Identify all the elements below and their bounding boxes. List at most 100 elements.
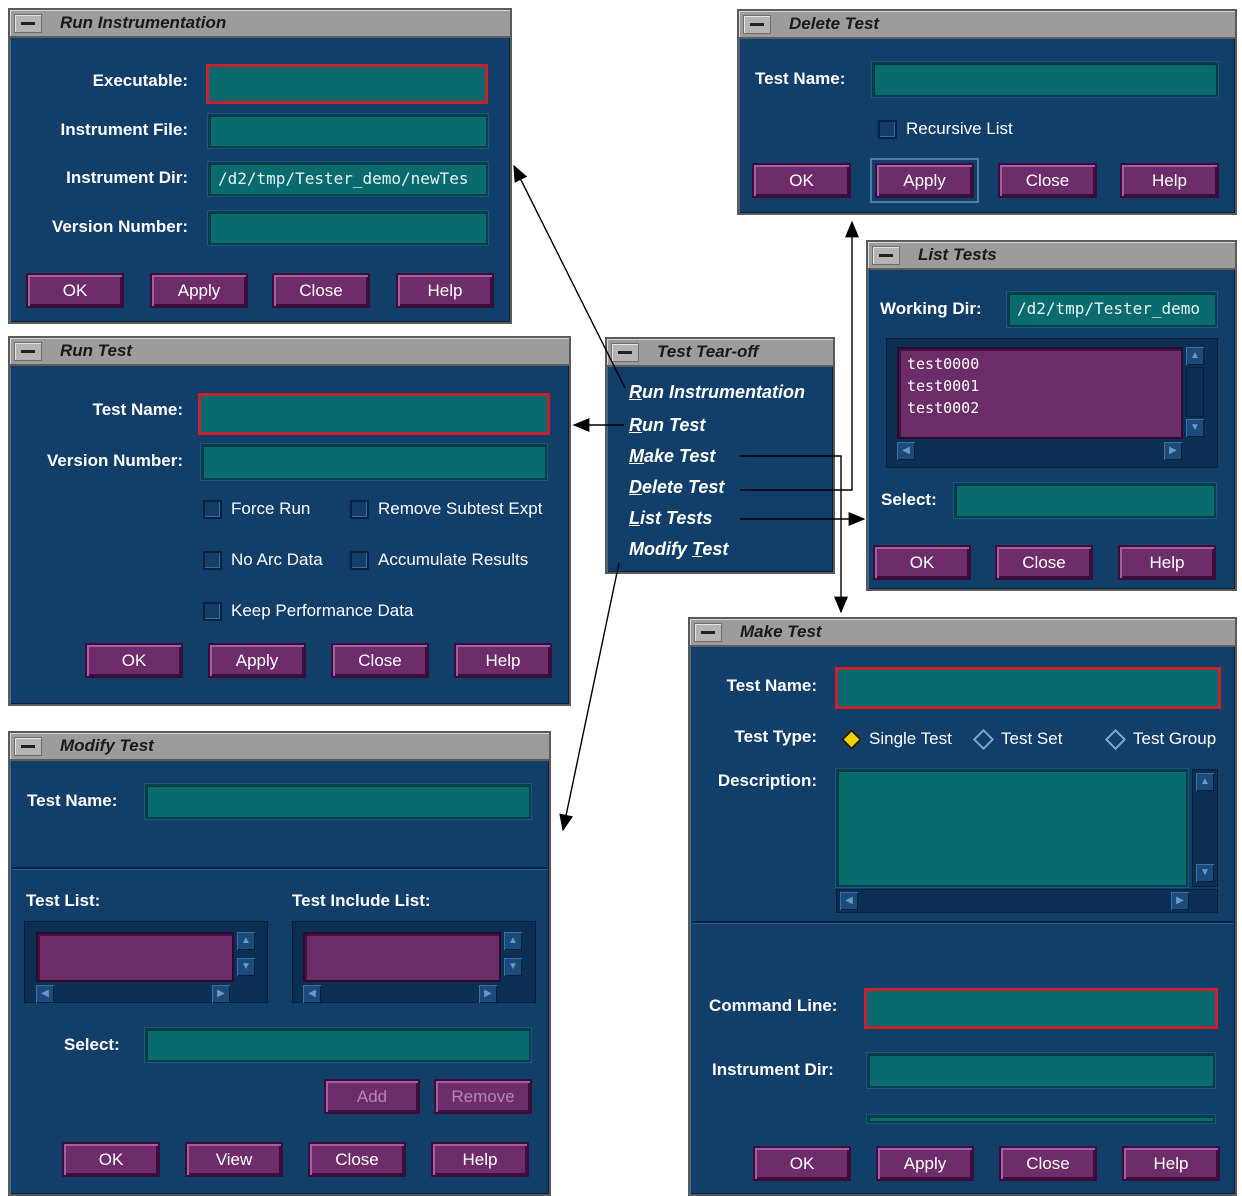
remove-subtest-checkbox[interactable]: Remove Subtest Expt (350, 499, 542, 519)
apply-button[interactable]: Apply (870, 158, 979, 203)
ok-button[interactable]: OK (873, 545, 971, 580)
window-menu-button[interactable] (694, 623, 722, 642)
menu-item-make-test[interactable]: Make Test (629, 446, 715, 467)
title-bar[interactable]: List Tests (868, 242, 1235, 270)
scroll-up-icon[interactable]: ▲ (1196, 773, 1214, 791)
instrument-file-field[interactable] (208, 114, 488, 148)
recursive-list-checkbox[interactable]: Recursive List (878, 119, 1013, 139)
menu-item-suffix: est (702, 539, 729, 559)
test-name-field[interactable] (145, 784, 531, 819)
apply-button[interactable]: Apply (150, 273, 248, 308)
instrument-dir-field[interactable]: /d2/tmp/Tester_demo/newTes (208, 162, 488, 196)
apply-button[interactable]: Apply (208, 643, 306, 678)
ok-button[interactable]: OK (753, 1146, 851, 1181)
description-textarea[interactable] (836, 769, 1188, 887)
force-run-checkbox[interactable]: Force Run (203, 499, 310, 519)
scroll-left-icon[interactable]: ◀ (303, 985, 321, 1003)
window-menu-button[interactable] (743, 15, 771, 34)
ok-button[interactable]: OK (62, 1142, 160, 1177)
accumulate-results-checkbox[interactable]: Accumulate Results (350, 550, 528, 570)
window-menu-button[interactable] (14, 737, 42, 756)
select-field[interactable] (954, 483, 1216, 518)
test-list[interactable] (36, 932, 234, 982)
window-menu-button[interactable] (14, 342, 42, 361)
close-button[interactable]: Close (308, 1142, 406, 1177)
test-group-radio[interactable]: Test Group (1104, 728, 1216, 750)
window-menu-button[interactable] (14, 14, 42, 33)
scroll-left-icon[interactable]: ◀ (897, 442, 915, 460)
title-bar[interactable]: Run Instrumentation (10, 10, 510, 38)
window-menu-button[interactable] (872, 246, 900, 265)
help-button[interactable]: Help (431, 1142, 529, 1177)
keep-performance-checkbox[interactable]: Keep Performance Data (203, 601, 413, 621)
test-set-radio[interactable]: Test Set (972, 728, 1062, 750)
view-button[interactable]: View (185, 1142, 283, 1177)
help-button[interactable]: Help (1118, 545, 1216, 580)
title-bar[interactable]: Make Test (690, 619, 1235, 647)
instrument-dir-label: Instrument Dir: (66, 168, 188, 187)
single-test-radio[interactable]: Single Test (840, 728, 952, 750)
select-field[interactable] (145, 1028, 531, 1062)
version-number-field[interactable] (208, 211, 488, 245)
title-bar[interactable]: Test Tear-off (607, 339, 833, 367)
working-dir-field[interactable]: /d2/tmp/Tester_demo (1007, 292, 1217, 327)
close-button[interactable]: Close (272, 273, 370, 308)
help-button[interactable]: Help (1122, 1146, 1220, 1181)
test-name-field[interactable] (872, 62, 1218, 97)
command-line-field[interactable] (864, 988, 1218, 1029)
window-title: Delete Test (789, 14, 880, 33)
close-button[interactable]: Close (999, 1146, 1097, 1181)
list-item[interactable]: test0000 (907, 353, 1173, 375)
partial-field[interactable] (867, 1115, 1215, 1123)
title-bar[interactable]: Run Test (10, 338, 569, 366)
horizontal-scrollbar[interactable] (836, 889, 1218, 913)
test-name-field[interactable] (198, 393, 550, 435)
list-item[interactable]: test0002 (907, 397, 1173, 419)
window-menu-button[interactable] (611, 343, 639, 362)
add-button[interactable]: Add (324, 1079, 420, 1114)
test-include-list[interactable] (303, 932, 501, 982)
title-bar[interactable]: Modify Test (10, 733, 549, 761)
scroll-up-icon[interactable]: ▲ (237, 932, 255, 950)
command-line-label: Command Line: (709, 996, 838, 1015)
list-item[interactable]: test0001 (907, 375, 1173, 397)
scroll-right-icon[interactable]: ▶ (479, 985, 497, 1003)
ok-button[interactable]: OK (752, 163, 851, 198)
scroll-right-icon[interactable]: ▶ (212, 985, 230, 1003)
scroll-left-icon[interactable]: ◀ (840, 892, 858, 910)
menu-item-modify-test[interactable]: Modify Test (629, 539, 728, 560)
test-list[interactable]: test0000 test0001 test0002 (897, 347, 1183, 439)
close-button[interactable]: Close (331, 643, 429, 678)
help-button[interactable]: Help (396, 273, 494, 308)
scroll-left-icon[interactable]: ◀ (36, 985, 54, 1003)
close-button[interactable]: Close (998, 163, 1097, 198)
no-arc-data-checkbox[interactable]: No Arc Data (203, 550, 323, 570)
ok-button[interactable]: OK (26, 273, 124, 308)
ok-button[interactable]: OK (85, 643, 183, 678)
version-number-field[interactable] (201, 444, 547, 480)
executable-field[interactable] (206, 64, 488, 104)
help-button[interactable]: Help (454, 643, 552, 678)
title-bar[interactable]: Delete Test (739, 11, 1235, 39)
menu-item-run-instrumentation[interactable]: Run Instrumentation (629, 382, 805, 403)
test-name-field[interactable] (835, 667, 1221, 709)
instrument-dir-field[interactable] (867, 1053, 1215, 1088)
scroll-down-icon[interactable]: ▼ (504, 958, 522, 976)
remove-button[interactable]: Remove (434, 1079, 532, 1114)
scroll-right-icon[interactable]: ▶ (1171, 892, 1189, 910)
scroll-up-icon[interactable]: ▲ (1186, 347, 1204, 365)
close-button[interactable]: Close (995, 545, 1093, 580)
scroll-up-icon[interactable]: ▲ (504, 932, 522, 950)
menu-item-list-tests[interactable]: List Tests (629, 508, 712, 529)
test-tearoff-menu: Test Tear-off Run Instrumentation Run Te… (605, 337, 835, 574)
vertical-scrollbar[interactable] (1186, 367, 1204, 417)
scroll-down-icon[interactable]: ▼ (237, 958, 255, 976)
menu-item-delete-test[interactable]: Delete Test (629, 477, 724, 498)
apply-button[interactable]: Apply (876, 1146, 974, 1181)
scroll-down-icon[interactable]: ▼ (1196, 864, 1214, 882)
scroll-right-icon[interactable]: ▶ (1164, 442, 1182, 460)
help-button[interactable]: Help (1120, 163, 1219, 198)
menu-item-run-test[interactable]: Run Test (629, 415, 705, 436)
scroll-down-icon[interactable]: ▼ (1186, 419, 1204, 437)
menu-item-mnemonic: R (629, 415, 642, 435)
